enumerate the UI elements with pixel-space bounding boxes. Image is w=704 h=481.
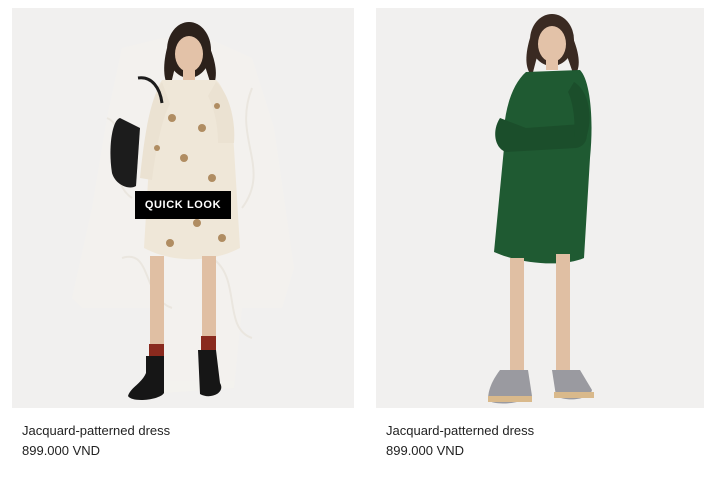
product-name-link[interactable]: Jacquard-patterned dress [12,423,354,439]
product-image-link[interactable] [376,8,704,408]
product-card: Jacquard-patterned dress 899.000 VND [376,8,704,459]
product-image-link[interactable]: QUICK LOOK [12,8,354,408]
product-card: QUICK LOOK Jacquard-patterned dress 899.… [12,8,354,459]
product-name-link[interactable]: Jacquard-patterned dress [376,423,704,439]
product-image [376,8,704,408]
product-price: 899.000 VND [22,443,101,458]
product-grid: QUICK LOOK Jacquard-patterned dress 899.… [0,0,704,481]
product-price: 899.000 VND [386,443,465,458]
quick-look-button[interactable]: QUICK LOOK [135,191,231,219]
